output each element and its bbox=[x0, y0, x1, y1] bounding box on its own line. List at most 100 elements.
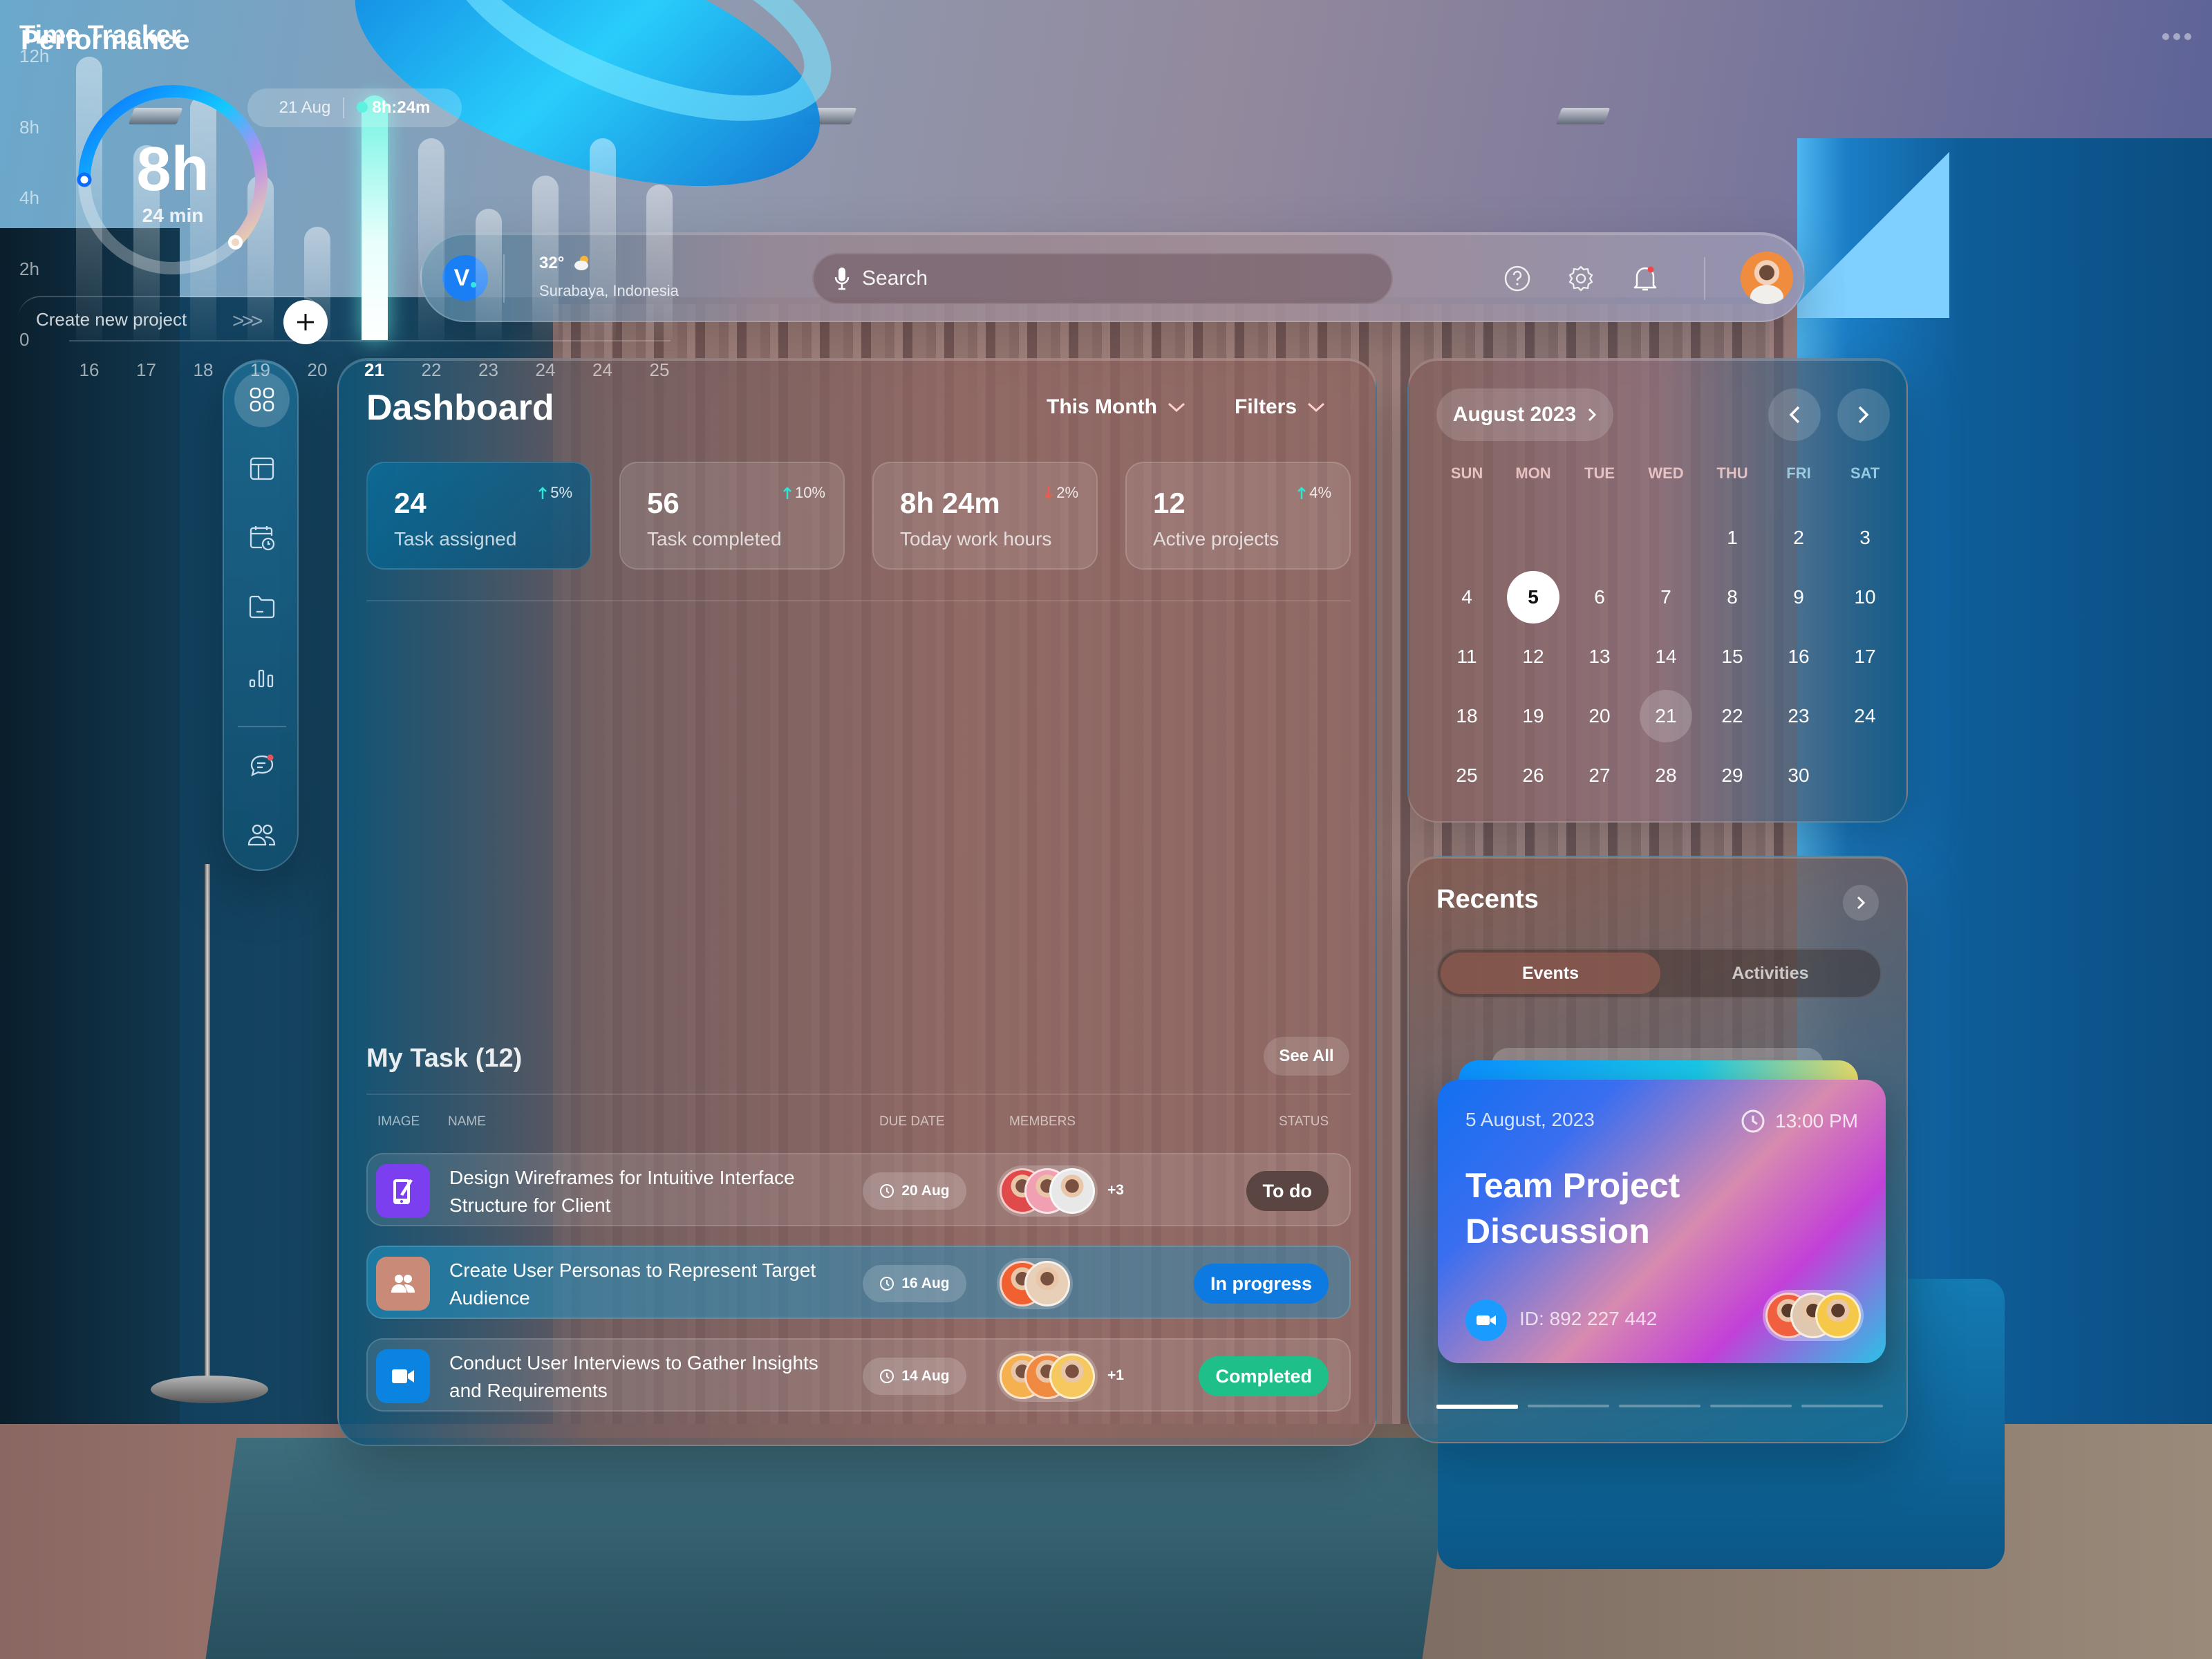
task-name[interactable]: Create User Personas to Represent Target… bbox=[449, 1257, 836, 1312]
sidebar-item-layout[interactable] bbox=[234, 441, 290, 496]
settings-button[interactable] bbox=[1564, 261, 1598, 296]
member-avatars[interactable] bbox=[997, 1258, 1073, 1309]
chart-bar[interactable] bbox=[532, 175, 559, 340]
create-project-button[interactable]: Create new project >>> bbox=[18, 296, 322, 341]
stat-value: 12 bbox=[1153, 487, 1185, 519]
calendar-day[interactable]: 18 bbox=[1441, 690, 1493, 742]
stat-card[interactable]: 24 Task assigned 5% bbox=[366, 462, 592, 570]
calendar-day[interactable]: 20 bbox=[1573, 690, 1626, 742]
carousel-indicator[interactable] bbox=[1801, 1405, 1883, 1407]
ring-end-handle[interactable] bbox=[228, 235, 243, 250]
calendar-day[interactable]: 7 bbox=[1640, 571, 1692, 624]
stat-delta-value: 10% bbox=[794, 484, 825, 501]
prev-month-button[interactable] bbox=[1768, 388, 1821, 441]
scene-rug bbox=[205, 1438, 1454, 1659]
calendar-day[interactable]: 30 bbox=[1772, 749, 1825, 802]
task-row[interactable]: Conduct User Interviews to Gather Insigh… bbox=[366, 1338, 1351, 1412]
calendar-day[interactable]: 29 bbox=[1706, 749, 1759, 802]
task-row[interactable]: Design Wireframes for Intuitive Interfac… bbox=[366, 1153, 1351, 1226]
calendar-day[interactable]: 25 bbox=[1441, 749, 1493, 802]
task-row[interactable]: Create User Personas to Represent Target… bbox=[366, 1246, 1351, 1319]
users-icon bbox=[247, 824, 276, 846]
status-badge[interactable]: To do bbox=[1246, 1171, 1329, 1211]
add-project-button[interactable] bbox=[283, 300, 328, 344]
notifications-button[interactable] bbox=[1628, 261, 1662, 296]
more-options-button[interactable] bbox=[2162, 33, 2191, 40]
carousel-indicator[interactable] bbox=[1710, 1405, 1792, 1407]
join-video-button[interactable] bbox=[1465, 1300, 1507, 1341]
tracked-minutes: 24 min bbox=[142, 205, 204, 226]
calendar-day[interactable]: 16 bbox=[1772, 630, 1825, 683]
calendar-day[interactable]: 28 bbox=[1640, 749, 1692, 802]
filters-dropdown[interactable]: Filters bbox=[1235, 395, 1326, 419]
period-dropdown[interactable]: This Month bbox=[1047, 395, 1186, 419]
month-selector[interactable]: August 2023 bbox=[1436, 388, 1613, 441]
member-avatars[interactable] bbox=[997, 1351, 1098, 1402]
event-title: Team Project Discussion bbox=[1465, 1166, 1680, 1250]
chart-bar[interactable] bbox=[418, 138, 444, 340]
sidebar-item-team[interactable] bbox=[234, 807, 290, 863]
task-name[interactable]: Conduct User Interviews to Gather Insigh… bbox=[449, 1349, 836, 1405]
calendar-day[interactable]: 17 bbox=[1839, 630, 1891, 683]
calendar-day[interactable]: 19 bbox=[1507, 690, 1559, 742]
stat-card[interactable]: 12 Active projects 4% bbox=[1125, 462, 1351, 570]
sidebar-item-analytics[interactable] bbox=[234, 648, 290, 704]
calendar-day[interactable]: 4 bbox=[1441, 571, 1493, 624]
help-button[interactable] bbox=[1500, 261, 1535, 296]
calendar-day[interactable]: 23 bbox=[1772, 690, 1825, 742]
weekday-label: MON bbox=[1515, 465, 1551, 482]
calendar-day[interactable]: 15 bbox=[1706, 630, 1759, 683]
recents-more-button[interactable] bbox=[1843, 885, 1879, 921]
stat-card[interactable]: 8h 24m Today work hours 2% bbox=[872, 462, 1098, 570]
status-badge[interactable]: In progress bbox=[1193, 1264, 1329, 1304]
calendar-day[interactable]: 3 bbox=[1839, 512, 1891, 564]
calendar-day[interactable]: 26 bbox=[1507, 749, 1559, 802]
event-card[interactable]: 5 August, 2023 13:00 PM Team Project Dis… bbox=[1438, 1080, 1886, 1363]
calendar-day[interactable]: 12 bbox=[1507, 630, 1559, 683]
carousel-indicator[interactable] bbox=[1528, 1405, 1609, 1407]
weekday-label: THU bbox=[1716, 465, 1748, 482]
task-name[interactable]: Design Wireframes for Intuitive Interfac… bbox=[449, 1164, 836, 1219]
calendar-day[interactable]: 9 bbox=[1772, 571, 1825, 624]
calendar-day[interactable]: 6 bbox=[1573, 571, 1626, 624]
chart-bar[interactable] bbox=[646, 184, 673, 340]
next-month-button[interactable] bbox=[1837, 388, 1890, 441]
event-members[interactable] bbox=[1763, 1290, 1864, 1341]
carousel-indicator[interactable] bbox=[1436, 1405, 1518, 1409]
sidebar-item-messages[interactable] bbox=[234, 738, 290, 794]
stat-delta-value: 2% bbox=[1056, 484, 1078, 501]
calendar-day[interactable]: 2 bbox=[1772, 512, 1825, 564]
calendar-day[interactable]: 8 bbox=[1706, 571, 1759, 624]
chart-bar[interactable] bbox=[361, 95, 388, 340]
tab-events[interactable]: Events bbox=[1441, 953, 1660, 994]
bar-chart-icon bbox=[249, 669, 274, 688]
sidebar-item-files[interactable] bbox=[234, 579, 290, 635]
folder-icon bbox=[249, 595, 275, 619]
status-badge[interactable]: Completed bbox=[1199, 1356, 1329, 1396]
stat-card[interactable]: 56 Task completed 10% bbox=[619, 462, 845, 570]
calendar-day[interactable]: 14 bbox=[1640, 630, 1692, 683]
calendar-day[interactable]: 27 bbox=[1573, 749, 1626, 802]
microphone-icon[interactable] bbox=[834, 267, 850, 290]
ceiling-light bbox=[1555, 108, 1611, 124]
calendar-day[interactable]: 24 bbox=[1839, 690, 1891, 742]
sidebar-item-schedule[interactable] bbox=[234, 510, 290, 565]
user-avatar[interactable] bbox=[1741, 252, 1793, 304]
member-avatars[interactable] bbox=[997, 1165, 1098, 1217]
calendar-day-today[interactable]: 5 bbox=[1507, 571, 1559, 624]
chart-bar[interactable] bbox=[475, 209, 502, 340]
calendar-day-selected[interactable]: 21 bbox=[1640, 690, 1692, 742]
calendar-day[interactable]: 22 bbox=[1706, 690, 1759, 742]
see-all-button[interactable]: See All bbox=[1264, 1037, 1349, 1076]
dot bbox=[2173, 33, 2180, 40]
calendar-day[interactable]: 10 bbox=[1839, 571, 1891, 624]
calendar-day[interactable]: 11 bbox=[1441, 630, 1493, 683]
calendar-day[interactable]: 1 bbox=[1706, 512, 1759, 564]
tab-activities[interactable]: Activities bbox=[1660, 953, 1880, 994]
chart-bar[interactable] bbox=[589, 138, 616, 340]
calendar-day[interactable]: 13 bbox=[1573, 630, 1626, 683]
search-input[interactable]: Search bbox=[812, 253, 1393, 304]
clock-icon bbox=[880, 1369, 894, 1383]
carousel-indicator[interactable] bbox=[1619, 1405, 1700, 1407]
weekday-label: WED bbox=[1648, 465, 1684, 482]
